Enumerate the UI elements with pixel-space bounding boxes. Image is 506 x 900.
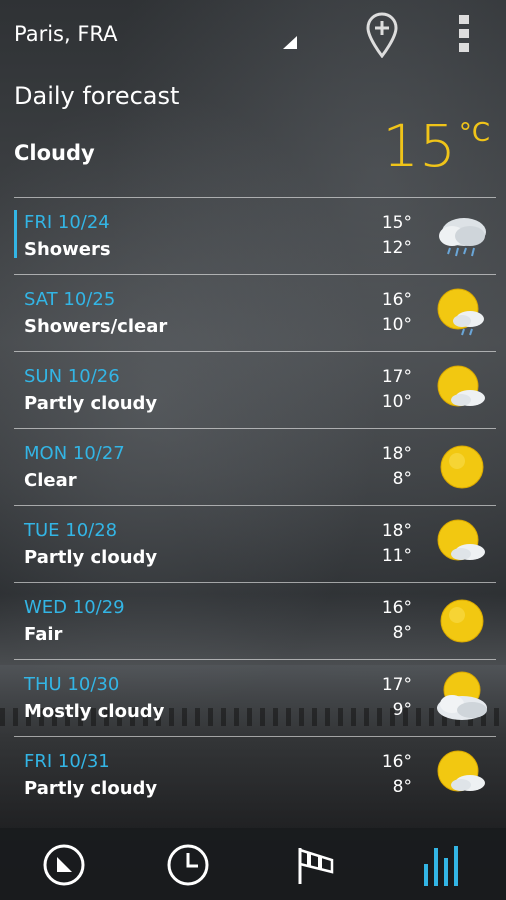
current-condition: Cloudy [14, 141, 95, 165]
forecast-description: Clear [24, 470, 77, 491]
page-title: Daily forecast [14, 82, 180, 110]
forecast-list: FRI 10/24 Showers 15° 12° SAT 10/25 Show… [14, 197, 496, 813]
current-conditions-tab-icon[interactable] [40, 842, 88, 888]
add-location-icon[interactable] [366, 12, 398, 58]
forecast-high: 17° [381, 367, 412, 387]
forecast-low: 9° [392, 700, 412, 720]
forecast-high: 18° [381, 521, 412, 541]
overflow-menu-icon[interactable] [455, 15, 473, 55]
forecast-low: 8° [392, 469, 412, 489]
forecast-low: 8° [392, 777, 412, 797]
windsock-tab-icon[interactable] [292, 842, 340, 888]
forecast-description: Showers [24, 239, 111, 260]
forecast-day: FRI 10/31 [24, 751, 110, 772]
forecast-low: 8° [392, 623, 412, 643]
forecast-day: TUE 10/28 [24, 520, 118, 541]
forecast-day: WED 10/29 [24, 597, 125, 618]
sun-icon [440, 445, 484, 489]
forecast-description: Partly cloudy [24, 778, 158, 799]
forecast-high: 16° [381, 290, 412, 310]
forecast-day: SAT 10/25 [24, 289, 116, 310]
forecast-high: 18° [381, 444, 412, 464]
clock-tab-icon[interactable] [164, 842, 212, 888]
forecast-description: Showers/clear [24, 316, 168, 337]
rain-cloud-icon [439, 218, 486, 257]
forecast-high: 16° [381, 752, 412, 772]
forecast-description: Mostly cloudy [24, 701, 165, 722]
daily-chart-tab-icon[interactable] [418, 842, 466, 888]
forecast-row[interactable]: MON 10/27 Clear 18° 8° [14, 428, 496, 505]
forecast-high: 15° [381, 213, 412, 233]
partly-cloudy-icon [437, 519, 485, 561]
forecast-day: MON 10/27 [24, 443, 125, 464]
forecast-low: 12° [381, 238, 412, 258]
forecast-row[interactable]: WED 10/29 Fair 16° 8° [14, 582, 496, 659]
partly-cloudy-icon [437, 750, 485, 792]
sun-rain-icon [437, 288, 484, 336]
forecast-row[interactable]: FRI 10/31 Partly cloudy 16° 8° [14, 736, 496, 813]
bottom-navigation [0, 828, 506, 900]
top-bar: Paris, FRA [0, 0, 506, 70]
forecast-low: 11° [381, 546, 412, 566]
forecast-row[interactable]: SUN 10/26 Partly cloudy 17° 10° [14, 351, 496, 428]
forecast-high: 17° [381, 675, 412, 695]
forecast-description: Partly cloudy [24, 393, 158, 414]
forecast-low: 10° [381, 392, 412, 412]
forecast-day: FRI 10/24 [24, 212, 110, 233]
forecast-row[interactable]: FRI 10/24 Showers 15° 12° [14, 197, 496, 274]
forecast-day: THU 10/30 [24, 674, 120, 695]
location-selector[interactable]: Paris, FRA [14, 22, 118, 46]
current-temperature: 15 [382, 112, 456, 180]
forecast-day: SUN 10/26 [24, 366, 120, 387]
forecast-description: Fair [24, 624, 63, 645]
forecast-row[interactable]: TUE 10/28 Partly cloudy 18° 11° [14, 505, 496, 582]
partly-cloudy-icon [437, 365, 485, 407]
current-temperature-unit: °C [458, 118, 490, 148]
forecast-row[interactable]: THU 10/30 Mostly cloudy 17° 9° [14, 659, 496, 736]
mostly-cloudy-icon [437, 671, 487, 720]
forecast-row[interactable]: SAT 10/25 Showers/clear 16° 10° [14, 274, 496, 351]
sun-icon [440, 599, 484, 643]
dropdown-indicator-icon[interactable] [283, 36, 297, 49]
forecast-low: 10° [381, 315, 412, 335]
forecast-high: 16° [381, 598, 412, 618]
forecast-description: Partly cloudy [24, 547, 158, 568]
